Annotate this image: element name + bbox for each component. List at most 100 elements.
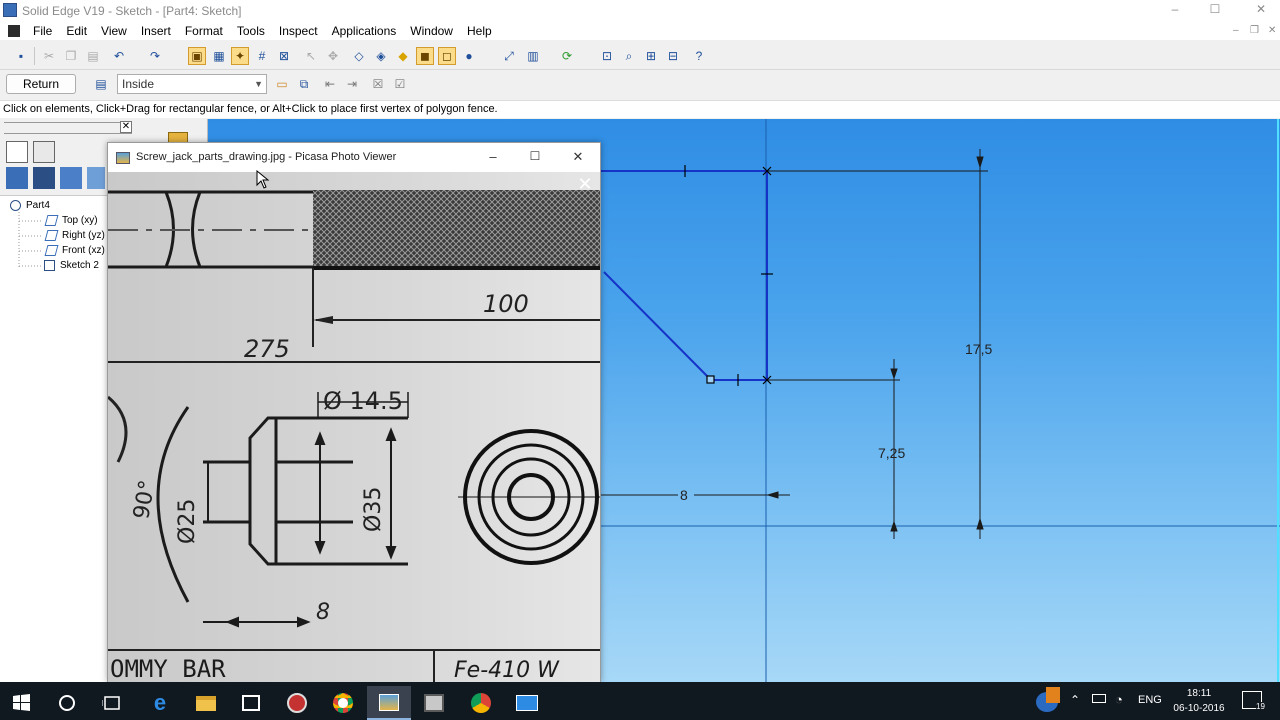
pathfinder-close-icon[interactable]: ✕ xyxy=(120,121,132,133)
menu-view[interactable]: View xyxy=(94,24,134,38)
close-button[interactable]: ✕ xyxy=(1246,2,1276,18)
feature-library-icon[interactable] xyxy=(6,141,28,163)
menu-format[interactable]: Format xyxy=(178,24,230,38)
picasa-title-bar[interactable]: Screw_jack_parts_drawing.jpg - Picasa Ph… xyxy=(108,143,600,172)
pan-icon[interactable]: ⊟ xyxy=(664,47,682,65)
windows-taskbar: e ⌃ ◔ ENG 18:11 06-10-2016 19 xyxy=(0,682,1280,720)
edge-browser-icon: e xyxy=(153,690,167,715)
sketch-tab-icon[interactable] xyxy=(33,167,55,189)
move-tool-icon[interactable]: ✥ xyxy=(324,47,342,65)
taskbar-chrome[interactable] xyxy=(321,686,365,720)
windows-logo-icon xyxy=(13,694,30,711)
pathfinder-tree-icon[interactable] xyxy=(6,167,28,189)
cut-icon[interactable]: ✂ xyxy=(40,47,58,65)
undo-icon[interactable]: ↶ xyxy=(110,47,128,65)
accept-icon[interactable]: ☑ xyxy=(391,75,409,93)
help-icon[interactable]: ? xyxy=(690,47,708,65)
wireframe-view-icon[interactable]: ◻ xyxy=(438,47,456,65)
toolbar-separator xyxy=(34,47,35,65)
copy-icon[interactable]: ❐ xyxy=(62,47,80,65)
taskbar-mail[interactable] xyxy=(505,686,549,720)
doc-close-icon[interactable]: ✕ xyxy=(1268,25,1276,36)
select-tool-icon[interactable]: ▣ xyxy=(188,47,206,65)
pathfinder-grip[interactable] xyxy=(4,122,132,134)
menu-help[interactable]: Help xyxy=(460,24,499,38)
wifi-icon[interactable]: ◔ xyxy=(1115,692,1123,707)
dia-25-label: Ø25 xyxy=(175,499,200,544)
taskbar-chrome-2[interactable] xyxy=(459,686,503,720)
pathfinder-tree: Part4 Top (xy) Right (yz) Front (xz) Ske… xyxy=(0,195,108,682)
notification-count-badge: 19 xyxy=(1256,702,1265,711)
system-clock[interactable]: 18:11 06-10-2016 xyxy=(1167,686,1231,716)
maximize-button[interactable]: ☐ xyxy=(1200,2,1230,18)
menu-applications[interactable]: Applications xyxy=(325,24,404,38)
fence-overlap-icon[interactable]: ⧉ xyxy=(295,75,313,93)
picasa-maximize-button[interactable]: ☐ xyxy=(525,149,545,165)
layers-icon[interactable] xyxy=(33,141,55,163)
taskbar-picasa-viewer[interactable] xyxy=(367,686,411,720)
cortana-search-button[interactable] xyxy=(45,686,89,720)
view-front-icon[interactable]: ◆ xyxy=(394,47,412,65)
grid-icon[interactable]: # xyxy=(253,47,271,65)
previous-icon[interactable]: ⇤ xyxy=(321,75,339,93)
fence-rect-icon[interactable]: ▭ xyxy=(273,75,291,93)
doc-minimize-icon[interactable]: – xyxy=(1233,25,1239,36)
pointer-tool-icon[interactable]: ↖ xyxy=(302,47,320,65)
zoom-icon[interactable]: ⌕ xyxy=(620,47,638,65)
taskbar-solid-edge[interactable] xyxy=(412,686,456,720)
dimension-overall-height xyxy=(768,149,988,539)
doc-restore-icon[interactable]: ❐ xyxy=(1250,25,1259,36)
fit-icon[interactable]: ⊞ xyxy=(642,47,660,65)
taskbar-store[interactable] xyxy=(229,686,273,720)
named-views-icon[interactable]: ▥ xyxy=(524,47,542,65)
select-options-icon[interactable]: ▤ xyxy=(92,75,110,93)
taskbar-edge[interactable]: e xyxy=(138,686,182,720)
menu-edit[interactable]: Edit xyxy=(59,24,94,38)
view-iso-icon[interactable]: ◇ xyxy=(350,47,368,65)
family-tab-icon[interactable] xyxy=(60,167,82,189)
picasa-minimize-button[interactable]: – xyxy=(483,149,503,165)
tray-chevron-up-icon[interactable]: ⌃ xyxy=(1070,693,1080,707)
language-indicator[interactable]: ENG xyxy=(1138,694,1162,706)
selection-mode-value: Inside xyxy=(122,77,155,91)
deselect-icon[interactable]: ☒ xyxy=(369,75,387,93)
photo-viewer-icon xyxy=(379,693,399,711)
zoom-area-icon[interactable]: ⊡ xyxy=(598,47,616,65)
command-bar: Return ▤ Inside ▼ ▭ ⧉ ⇤ ⇥ ☒ ☑ xyxy=(0,71,1280,99)
menu-insert[interactable]: Insert xyxy=(134,24,178,38)
redo-icon[interactable]: ↷ xyxy=(146,47,164,65)
task-view-button[interactable] xyxy=(90,686,134,720)
sketch-view-icon[interactable]: ▦ xyxy=(210,47,228,65)
picasa-close-button[interactable]: ✕ xyxy=(568,149,588,165)
battery-icon[interactable] xyxy=(1092,694,1106,703)
warning-icon[interactable] xyxy=(1046,687,1060,703)
rotate-icon[interactable]: ⟳ xyxy=(558,47,576,65)
profile-handles xyxy=(684,165,773,386)
next-icon[interactable]: ⇥ xyxy=(343,75,361,93)
more-tab-icon[interactable] xyxy=(87,167,105,189)
dimension-icon[interactable]: ⊠ xyxy=(275,47,293,65)
start-button[interactable] xyxy=(0,686,44,720)
document-icon[interactable] xyxy=(8,25,20,37)
render-globe-icon[interactable]: ● xyxy=(460,47,478,65)
view-top-icon[interactable]: ◈ xyxy=(372,47,390,65)
menu-tools[interactable]: Tools xyxy=(230,24,272,38)
minimize-button[interactable]: – xyxy=(1160,2,1190,18)
mail-icon xyxy=(516,695,538,711)
menu-file[interactable]: File xyxy=(26,24,59,38)
taskbar-file-explorer[interactable] xyxy=(184,686,228,720)
picasa-image-close-icon[interactable]: ✕ xyxy=(576,176,594,195)
taskbar-solid-edge-app[interactable] xyxy=(275,686,319,720)
save-icon[interactable]: ▪ xyxy=(12,47,30,65)
shaded-view-icon[interactable]: ◼ xyxy=(416,47,434,65)
picasa-photo-viewer-window[interactable]: Screw_jack_parts_drawing.jpg - Picasa Ph… xyxy=(107,142,601,682)
view-orient-icon[interactable]: ⤢ xyxy=(500,47,518,65)
relationship-handles-icon[interactable]: ✦ xyxy=(231,47,249,65)
return-button[interactable]: Return xyxy=(6,74,76,94)
selection-mode-select[interactable]: Inside ▼ xyxy=(117,74,267,94)
paste-icon[interactable]: ▤ xyxy=(84,47,102,65)
tree-label: Right (yz) xyxy=(62,230,105,241)
menu-window[interactable]: Window xyxy=(403,24,460,38)
clock-time: 18:11 xyxy=(1186,688,1212,699)
menu-inspect[interactable]: Inspect xyxy=(272,24,325,38)
